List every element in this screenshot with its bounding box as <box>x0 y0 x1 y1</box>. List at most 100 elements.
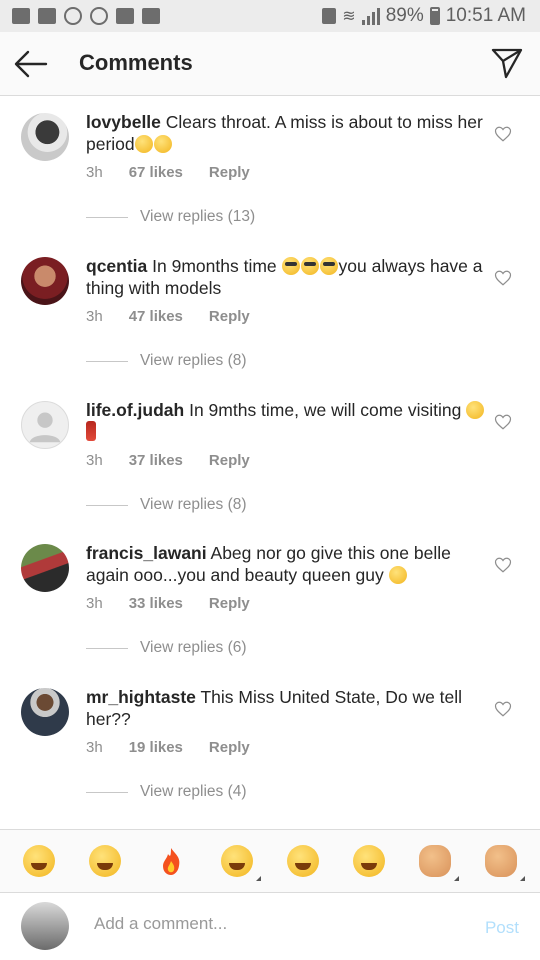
direct-send-icon[interactable] <box>490 46 524 80</box>
rofl-icon[interactable] <box>23 845 55 877</box>
likes-count[interactable]: 33 likes <box>129 595 183 612</box>
avatar-placeholder[interactable] <box>21 401 69 449</box>
kissing-face-icon[interactable] <box>221 845 261 881</box>
comment-body: In 9mths time, we will come visiting <box>189 400 467 420</box>
ok-hand-icon[interactable] <box>485 845 525 881</box>
whatsapp-business-icon <box>90 7 108 25</box>
reply-button[interactable]: Reply <box>209 595 250 612</box>
comment-time: 3h <box>86 739 103 756</box>
comment-text: francis_lawani Abeg nor go give this one… <box>86 542 486 586</box>
comment-item: qcentia In 9months time you always have … <box>0 241 540 384</box>
astonished-icon[interactable] <box>353 845 385 877</box>
heart-icon[interactable] <box>494 700 512 718</box>
reply-button[interactable]: Reply <box>209 739 250 756</box>
fire-icon[interactable] <box>155 845 187 877</box>
reply-button[interactable]: Reply <box>209 164 250 181</box>
header: Comments <box>0 32 540 96</box>
avatar[interactable] <box>21 113 69 161</box>
relieved-icon <box>466 401 485 419</box>
comment-item: francis_lawani Abeg nor go give this one… <box>0 528 540 671</box>
comment-meta: 3h 19 likes Reply <box>86 739 250 756</box>
status-bar: ≋ 89% 10:51 AM <box>0 0 540 32</box>
fist-icon[interactable] <box>419 845 459 881</box>
current-user-avatar <box>21 902 69 950</box>
view-replies-button[interactable]: View replies (4) <box>86 783 247 801</box>
comment-body: In 9months time <box>152 256 282 276</box>
heart-icon[interactable] <box>494 269 512 287</box>
likes-count[interactable]: 67 likes <box>129 164 183 181</box>
system-icons: ≋ 89% 10:51 AM <box>322 5 526 27</box>
sunglasses-icon <box>319 257 338 275</box>
divider <box>86 791 128 793</box>
dancer-icon <box>86 421 96 441</box>
signal-icon <box>361 7 380 25</box>
comment-item: lovybelle Clears throat. A miss is about… <box>0 97 540 240</box>
likes-count[interactable]: 37 likes <box>129 452 183 469</box>
reply-button[interactable]: Reply <box>209 308 250 325</box>
alarm-icon <box>322 8 337 24</box>
whatsapp-icon <box>64 7 82 25</box>
chat-icon <box>38 8 56 24</box>
heart-icon[interactable] <box>494 125 512 143</box>
rofl-icon <box>134 135 153 153</box>
page-title: Comments <box>79 50 193 75</box>
comment-text: lovybelle Clears throat. A miss is about… <box>86 111 486 155</box>
likes-count[interactable]: 19 likes <box>129 739 183 756</box>
comment-time: 3h <box>86 308 103 325</box>
back-arrow-icon[interactable] <box>14 48 48 80</box>
comment-item: life.of.judah In 9mths time, we will com… <box>0 385 540 528</box>
username[interactable]: qcentia <box>86 256 147 276</box>
gmail-icon <box>12 8 30 24</box>
comment-time: 3h <box>86 452 103 469</box>
emoji-quick-bar <box>0 829 540 893</box>
comment-meta: 3h 47 likes Reply <box>86 308 250 325</box>
view-replies-label: View replies (13) <box>140 208 256 225</box>
gallery-icon <box>142 8 160 24</box>
view-replies-label: View replies (8) <box>140 496 247 513</box>
username[interactable]: life.of.judah <box>86 400 184 420</box>
sunglasses-icon <box>281 257 300 275</box>
view-replies-label: View replies (8) <box>140 352 247 369</box>
comment-text: mr_hightaste This Miss United State, Do … <box>86 686 486 730</box>
view-replies-button[interactable]: View replies (8) <box>86 352 247 370</box>
comment-text: life.of.judah In 9mths time, we will com… <box>86 399 486 443</box>
likes-count[interactable]: 47 likes <box>129 308 183 325</box>
heart-icon[interactable] <box>494 413 512 431</box>
laughing-icon <box>388 566 407 584</box>
notification-icons <box>12 7 160 25</box>
rofl-icon <box>153 135 172 153</box>
comment-meta: 3h 37 likes Reply <box>86 452 250 469</box>
view-replies-label: View replies (4) <box>140 783 247 800</box>
grin-icon[interactable] <box>287 845 319 877</box>
clock: 10:51 AM <box>445 5 526 26</box>
divider <box>86 216 128 218</box>
comment-time: 3h <box>86 595 103 612</box>
comment-item: mr_hightaste This Miss United State, Do … <box>0 672 540 815</box>
divider <box>86 504 128 506</box>
avatar[interactable] <box>21 544 69 592</box>
heart-icon[interactable] <box>494 556 512 574</box>
username[interactable]: francis_lawani <box>86 543 207 563</box>
comment-time: 3h <box>86 164 103 181</box>
comment-text: qcentia In 9months time you always have … <box>86 255 486 299</box>
username[interactable]: lovybelle <box>86 112 161 132</box>
battery-icon <box>429 7 440 25</box>
default-user-icon <box>29 412 61 443</box>
view-replies-label: View replies (6) <box>140 639 247 656</box>
reply-button[interactable]: Reply <box>209 452 250 469</box>
divider <box>86 647 128 649</box>
battery-percent: 89% <box>385 5 424 26</box>
comment-meta: 3h 33 likes Reply <box>86 595 250 612</box>
comment-meta: 3h 67 likes Reply <box>86 164 250 181</box>
post-button[interactable]: Post <box>485 918 519 938</box>
joy-icon[interactable] <box>89 845 121 877</box>
email-icon <box>116 8 134 24</box>
avatar[interactable] <box>21 688 69 736</box>
view-replies-button[interactable]: View replies (6) <box>86 639 247 657</box>
wifi-icon: ≋ <box>342 8 356 25</box>
username[interactable]: mr_hightaste <box>86 687 196 707</box>
avatar[interactable] <box>21 257 69 305</box>
comment-input[interactable] <box>94 914 454 934</box>
view-replies-button[interactable]: View replies (13) <box>86 208 255 226</box>
view-replies-button[interactable]: View replies (8) <box>86 496 247 514</box>
